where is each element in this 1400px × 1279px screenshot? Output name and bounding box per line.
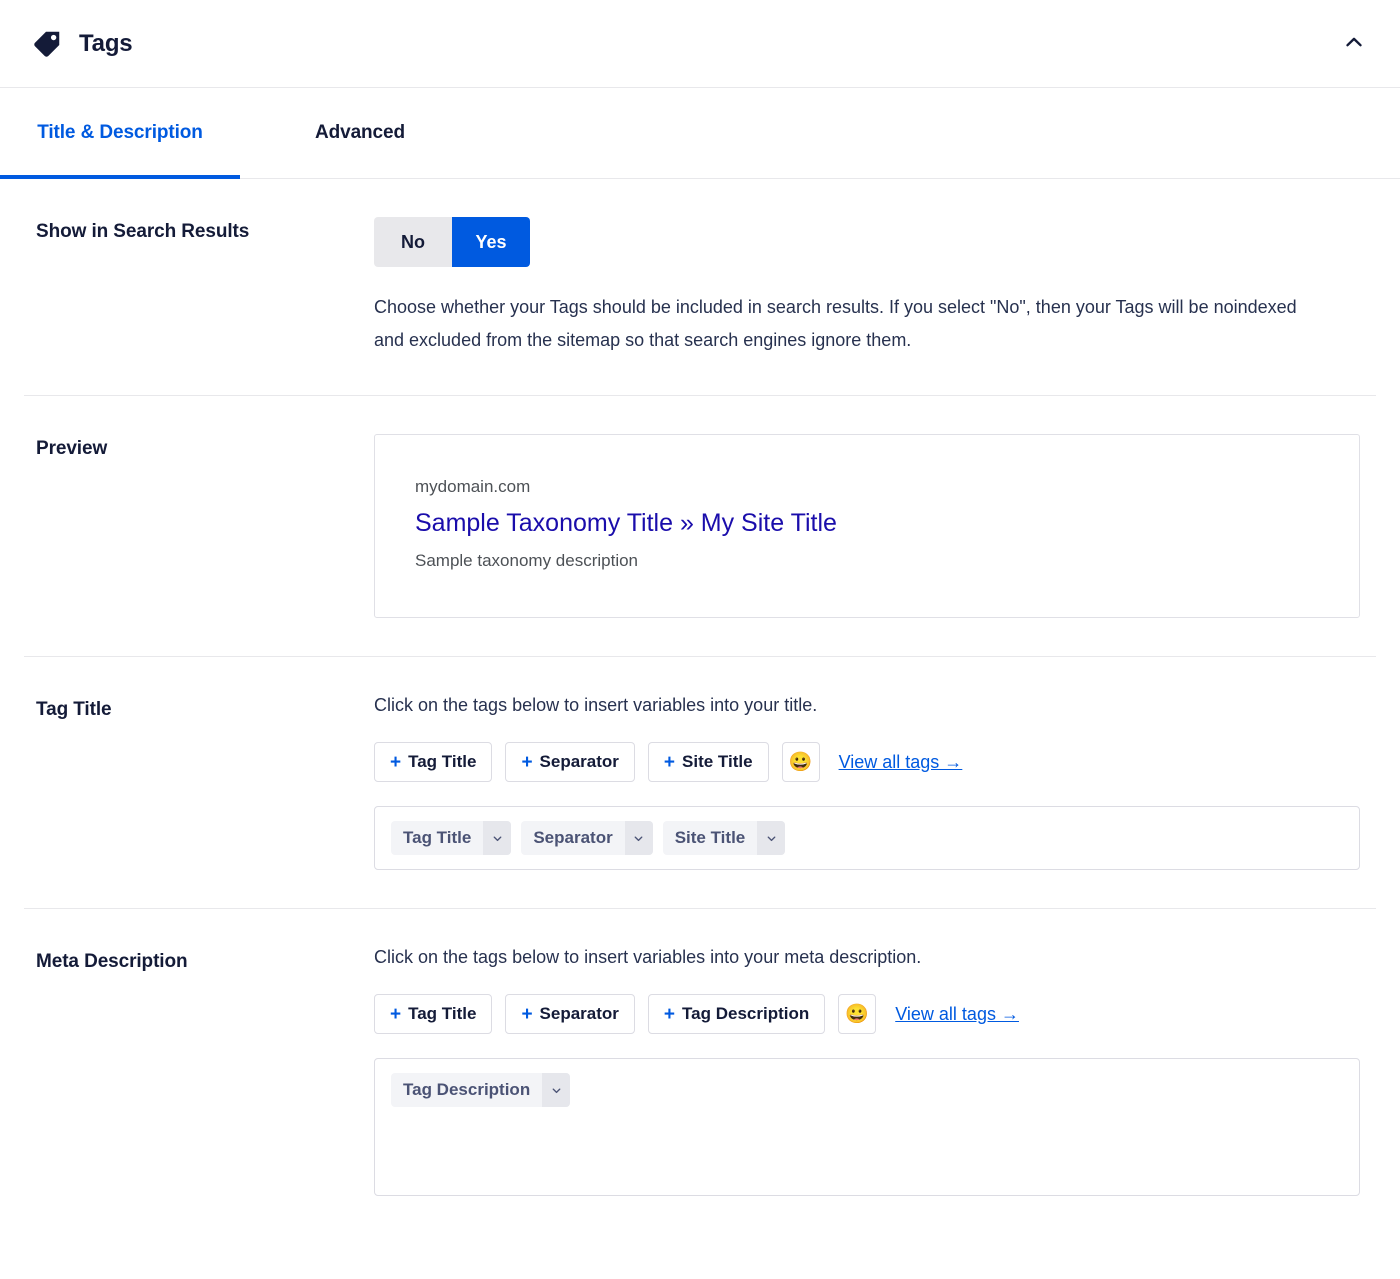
show-in-search-results-help: Choose whether your Tags should be inclu… [374, 297, 1297, 350]
show-in-search-results-label: Show in Search Results [36, 221, 250, 242]
token-chip-separator[interactable]: Separator [521, 821, 653, 855]
emoji-picker-button[interactable]: 😀 [838, 994, 877, 1034]
section-meta-description: Meta Description Click on the tags below… [0, 908, 1400, 1234]
preview-title[interactable]: Sample Taxonomy Title » My Site Title [415, 507, 1319, 539]
button-label: Tag Title [408, 752, 477, 771]
button-label: Separator [539, 1004, 619, 1023]
tag-icon [32, 29, 62, 59]
chevron-down-icon[interactable] [542, 1073, 571, 1107]
meta-description-instruction: Click on the tags below to insert variab… [374, 947, 922, 967]
insert-separator-button[interactable]: + Separator [505, 994, 635, 1034]
chevron-down-icon[interactable] [757, 821, 786, 855]
view-all-tags-link[interactable]: View all tags → [895, 1004, 1019, 1025]
chip-label: Tag Title [403, 828, 472, 847]
preview-content: mydomain.com Sample Taxonomy Title » My … [374, 434, 1376, 618]
collapse-panel-button[interactable] [1334, 24, 1374, 64]
tag-title-label: Tag Title [36, 699, 112, 720]
meta-description-label: Meta Description [36, 951, 188, 972]
preview-description: Sample taxonomy description [415, 551, 639, 570]
page-title: Tags [79, 29, 133, 57]
token-chip-site-title[interactable]: Site Title [662, 821, 786, 855]
chevron-down-icon[interactable] [624, 821, 653, 855]
tab-label: Title & Description [37, 122, 203, 143]
section-show-in-search-results: Show in Search Results No Yes Choose whe… [0, 179, 1400, 395]
tab-label: Advanced [314, 122, 405, 143]
emoji-picker-button[interactable]: 😀 [781, 742, 820, 782]
insert-tag-title-button[interactable]: + Tag Title [374, 994, 493, 1034]
toggle-option-no[interactable]: No [374, 217, 452, 267]
plus-icon: + [390, 751, 402, 773]
plus-icon: + [521, 1003, 533, 1025]
chip-label: Site Title [674, 828, 746, 847]
chip-label: Separator [533, 828, 613, 847]
meta-description-content: Click on the tags below to insert variab… [374, 947, 1376, 1196]
tag-title-input[interactable]: Tag Title Separator Site Title [374, 806, 1360, 870]
plus-icon: + [390, 1003, 402, 1025]
insert-site-title-button[interactable]: + Site Title [647, 742, 769, 782]
chevron-up-icon [1342, 30, 1366, 57]
tag-title-instruction: Click on the tags below to insert variab… [374, 695, 818, 715]
meta-description-input[interactable]: Tag Description [374, 1058, 1360, 1196]
button-label: Site Title [682, 752, 753, 771]
plus-icon: + [663, 1003, 676, 1025]
button-label: Separator [539, 752, 619, 771]
chevron-down-icon[interactable] [483, 821, 512, 855]
section-preview: Preview mydomain.com Sample Taxonomy Tit… [0, 395, 1400, 656]
plus-icon: + [663, 751, 676, 773]
preview-label: Preview [36, 438, 108, 459]
tab-advanced[interactable]: Advanced [240, 88, 480, 178]
insert-tag-description-button[interactable]: + Tag Description [647, 994, 826, 1034]
meta-description-variable-buttons: + Tag Title + Separator + Tag Descriptio… [374, 994, 1360, 1034]
toggle-option-yes[interactable]: Yes [452, 217, 530, 267]
button-label: Tag Description [682, 1004, 810, 1023]
show-in-search-results-toggle: No Yes [374, 217, 530, 267]
insert-separator-button[interactable]: + Separator [505, 742, 635, 782]
plus-icon: + [521, 751, 533, 773]
preview-domain: mydomain.com [415, 477, 531, 496]
chip-label: Tag Description [403, 1080, 531, 1099]
search-preview-card: mydomain.com Sample Taxonomy Title » My … [374, 434, 1360, 618]
tab-title-description[interactable]: Title & Description [0, 88, 240, 179]
panel-header: Tags [0, 0, 1400, 88]
show-in-search-results-content: No Yes Choose whether your Tags should b… [374, 217, 1376, 357]
insert-tag-title-button[interactable]: + Tag Title [374, 742, 493, 782]
section-tag-title: Tag Title Click on the tags below to ins… [0, 656, 1400, 908]
tag-title-variable-buttons: + Tag Title + Separator + Site Title 😀 V… [374, 742, 1360, 782]
panel-header-left: Tags [32, 29, 1334, 59]
button-label: Tag Title [408, 1004, 477, 1023]
tab-bar: Title & Description Advanced [0, 88, 1400, 179]
tag-title-content: Click on the tags below to insert variab… [374, 695, 1376, 870]
token-chip-tag-title[interactable]: Tag Title [391, 821, 512, 855]
view-all-tags-link[interactable]: View all tags → [839, 752, 963, 773]
token-chip-tag-description[interactable]: Tag Description [391, 1073, 571, 1107]
